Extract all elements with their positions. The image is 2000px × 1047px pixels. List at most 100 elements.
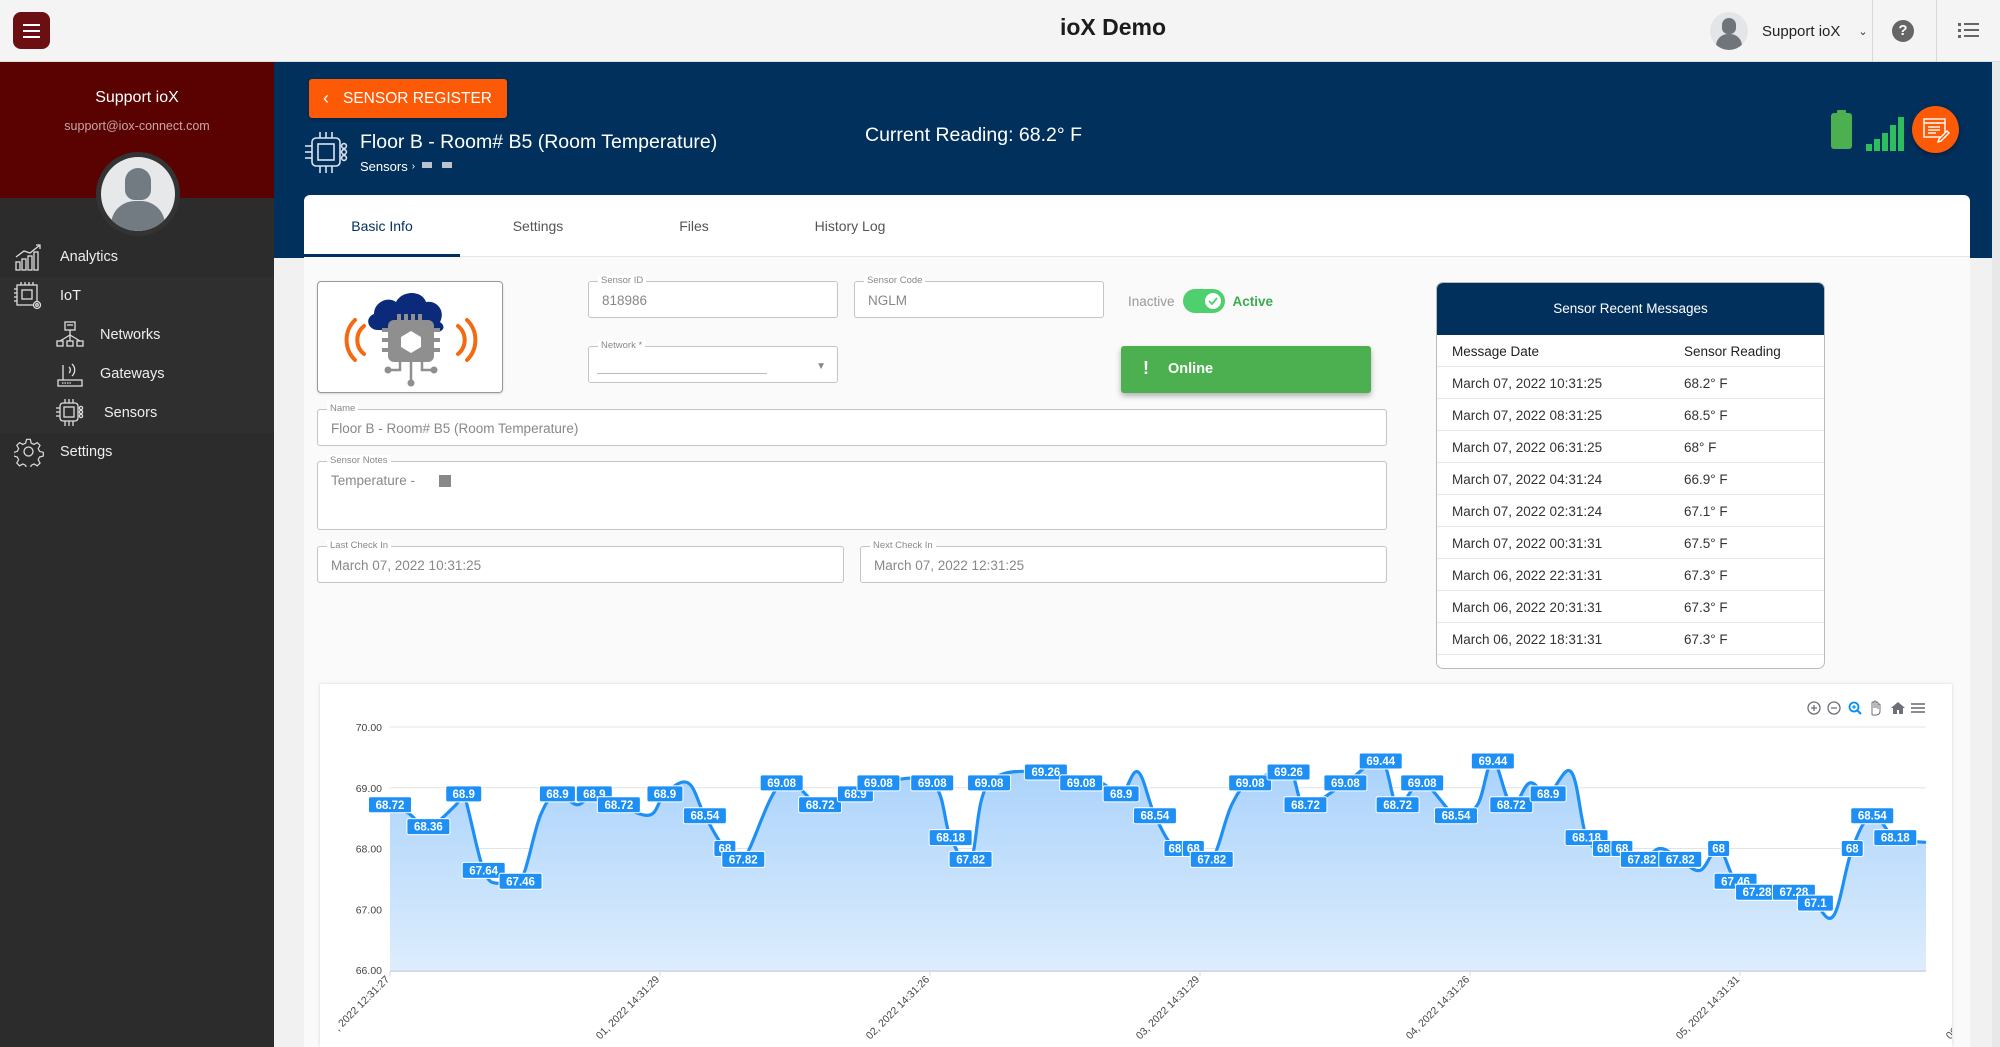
data-label-text: 68.72 bbox=[604, 800, 633, 812]
sensor-reading-cell: 67.3° F bbox=[1684, 600, 1728, 615]
table-row[interactable]: March 07, 2022 00:31:31 67.5° F bbox=[1437, 527, 1824, 559]
column-header-message-date: Message Date bbox=[1452, 344, 1540, 359]
data-label-text: 68 bbox=[1168, 844, 1181, 856]
breadcrumb-redacted-block bbox=[442, 161, 453, 168]
message-date-cell: March 07, 2022 00:31:31 bbox=[1452, 536, 1603, 551]
sensor-reading-chart: 70.00 69.00 68.00 67.00 66.00 68.72 68.36 68.9 6… bbox=[320, 684, 1952, 1047]
table-row[interactable]: March 06, 2022 20:31:31 67.3° F bbox=[1437, 591, 1824, 623]
table-row[interactable]: March 07, 2022 06:31:25 68° F bbox=[1437, 431, 1824, 463]
recent-messages-panel: Sensor Recent Messages Message Date Sens… bbox=[1436, 282, 1825, 669]
sidebar-item-settings[interactable]: Settings bbox=[0, 433, 274, 472]
recent-messages-title: Sensor Recent Messages bbox=[1437, 283, 1824, 335]
sensor-notes-textarea[interactable]: Sensor Notes Temperature - bbox=[317, 455, 1387, 530]
sensor-code-value: NGLM bbox=[868, 293, 908, 308]
data-label-text: 69.08 bbox=[918, 778, 947, 790]
sensor-image[interactable] bbox=[317, 281, 503, 393]
zoom-out-icon[interactable] bbox=[1826, 700, 1842, 716]
sensor-reading-cell: 67.3° F bbox=[1684, 568, 1728, 583]
tab-settings[interactable]: Settings bbox=[460, 195, 616, 257]
sidebar-item-label: IoT bbox=[60, 288, 81, 304]
list-menu-button[interactable] bbox=[1958, 20, 1980, 40]
data-label: 69.44 bbox=[1470, 752, 1515, 770]
data-label: 68.54 bbox=[1433, 807, 1478, 825]
page-scrollbar[interactable] bbox=[1992, 62, 2000, 1047]
profile-email: support@iox-connect.com bbox=[64, 119, 210, 133]
chevron-left-icon: ‹ bbox=[323, 88, 329, 108]
sensor-reading-cell: 68.2° F bbox=[1684, 376, 1728, 391]
data-label: 68.72 bbox=[1489, 796, 1534, 814]
sidebar-item-iot[interactable]: IoT bbox=[0, 277, 274, 316]
edit-form-icon bbox=[1923, 118, 1950, 144]
data-label-text: 69.26 bbox=[1031, 767, 1060, 779]
sensor-name-field[interactable]: Name Floor B - Room# B5 (Room Temperatur… bbox=[317, 403, 1387, 446]
message-date-cell: March 06, 2022 18:31:31 bbox=[1452, 632, 1603, 647]
data-label-text: 68 bbox=[1597, 844, 1610, 856]
sensor-code-field[interactable]: Sensor Code NGLM bbox=[854, 275, 1104, 318]
notes-label: Sensor Notes bbox=[327, 455, 391, 467]
sidebar-item-label: Settings bbox=[60, 444, 113, 460]
data-label: 68 bbox=[1840, 840, 1864, 857]
data-label-text: 68 bbox=[1712, 844, 1725, 856]
tab-basic-info[interactable]: Basic Info bbox=[304, 195, 460, 257]
profile-avatar[interactable] bbox=[96, 152, 180, 236]
table-row[interactable]: March 06, 2022 18:31:31 67.3° F bbox=[1437, 623, 1824, 655]
data-label: 68 bbox=[1707, 840, 1731, 857]
next-check-in-field[interactable]: Next Check In March 07, 2022 12:31:25 bbox=[860, 540, 1387, 583]
data-label: 67.46 bbox=[498, 872, 543, 890]
table-row[interactable]: March 07, 2022 02:31:24 67.1° F bbox=[1437, 495, 1824, 527]
tab-history-log[interactable]: History Log bbox=[772, 195, 928, 257]
sidebar-item-gateways[interactable]: Gateways bbox=[0, 355, 274, 394]
data-label: 69.26 bbox=[1266, 763, 1311, 781]
data-label: 68.9 bbox=[1102, 785, 1140, 803]
user-avatar-icon bbox=[1710, 12, 1748, 50]
menu-icon[interactable] bbox=[1910, 700, 1926, 716]
data-label-text: 69.44 bbox=[1366, 756, 1395, 768]
pan-hand-icon[interactable] bbox=[1867, 700, 1883, 716]
data-label-text: 68 bbox=[1846, 844, 1859, 856]
back-button-label: SENSOR REGISTER bbox=[343, 89, 492, 107]
message-date-cell: March 07, 2022 10:31:25 bbox=[1452, 376, 1603, 391]
tab-bar: Basic Info Settings Files History Log bbox=[304, 195, 1970, 257]
sensor-register-back-button[interactable]: ‹ SENSOR REGISTER bbox=[309, 79, 507, 118]
breadcrumb-sensors-link[interactable]: Sensors bbox=[360, 159, 408, 174]
sidebar-item-sensors[interactable]: Sensors bbox=[0, 394, 274, 433]
data-label: 68.54 bbox=[1132, 807, 1177, 825]
sidebar-item-analytics[interactable]: Analytics bbox=[0, 238, 274, 277]
active-status-toggle-group: Inactive Active bbox=[1128, 289, 1273, 313]
sensor-id-label: Sensor ID bbox=[598, 275, 647, 287]
message-date-cell: March 07, 2022 08:31:25 bbox=[1452, 408, 1603, 423]
table-row[interactable]: March 06, 2022 22:31:31 67.3° F bbox=[1437, 559, 1824, 591]
table-row[interactable]: March 07, 2022 08:31:25 68.5° F bbox=[1437, 399, 1824, 431]
user-menu[interactable]: Support ioX ⌄ bbox=[1710, 12, 1868, 50]
edit-sensor-button[interactable] bbox=[1912, 106, 1959, 153]
tab-files[interactable]: Files bbox=[616, 195, 772, 257]
caret-down-icon: ▼ bbox=[816, 361, 826, 372]
network-select[interactable]: Network * ▼ bbox=[588, 340, 838, 383]
data-label-text: 68.72 bbox=[1497, 800, 1526, 812]
last-check-in-field[interactable]: Last Check In March 07, 2022 10:31:25 bbox=[317, 540, 844, 583]
breadcrumb: Sensors › bbox=[360, 159, 459, 174]
breadcrumb-redacted-block bbox=[422, 161, 433, 168]
reset-home-icon[interactable] bbox=[1890, 700, 1906, 716]
data-label: 69.08 bbox=[856, 774, 901, 792]
sidebar-item-label: Networks bbox=[100, 327, 161, 343]
zoom-in-icon[interactable] bbox=[1806, 700, 1822, 716]
data-label: 68.18 bbox=[928, 829, 973, 847]
active-toggle-switch[interactable] bbox=[1182, 289, 1225, 313]
name-value: Floor B - Room# B5 (Room Temperature) bbox=[331, 421, 579, 436]
cloud-sensor-logo-icon bbox=[344, 293, 478, 387]
battery-full-icon bbox=[1831, 110, 1852, 149]
table-row[interactable]: March 07, 2022 04:31:24 66.9° F bbox=[1437, 463, 1824, 495]
sensor-id-field[interactable]: Sensor ID 818986 bbox=[588, 275, 838, 318]
help-button[interactable]: ? bbox=[1892, 20, 1914, 42]
data-label: 67.82 bbox=[948, 850, 993, 868]
data-label-text: 68.9 bbox=[1110, 789, 1132, 801]
sensor-reading-cell: 68.5° F bbox=[1684, 408, 1728, 423]
data-label: 68.72 bbox=[798, 796, 843, 814]
sensor-reading-cell: 67.5° F bbox=[1684, 536, 1728, 551]
sidebar-item-networks[interactable]: Networks bbox=[0, 316, 274, 355]
x-tick-label: 02, 2022 14:31:26 bbox=[864, 974, 932, 1042]
sidebar-item-label: Analytics bbox=[60, 249, 119, 265]
selection-zoom-icon[interactable] bbox=[1847, 700, 1863, 716]
table-row[interactable]: March 07, 2022 10:31:25 68.2° F bbox=[1437, 367, 1824, 399]
